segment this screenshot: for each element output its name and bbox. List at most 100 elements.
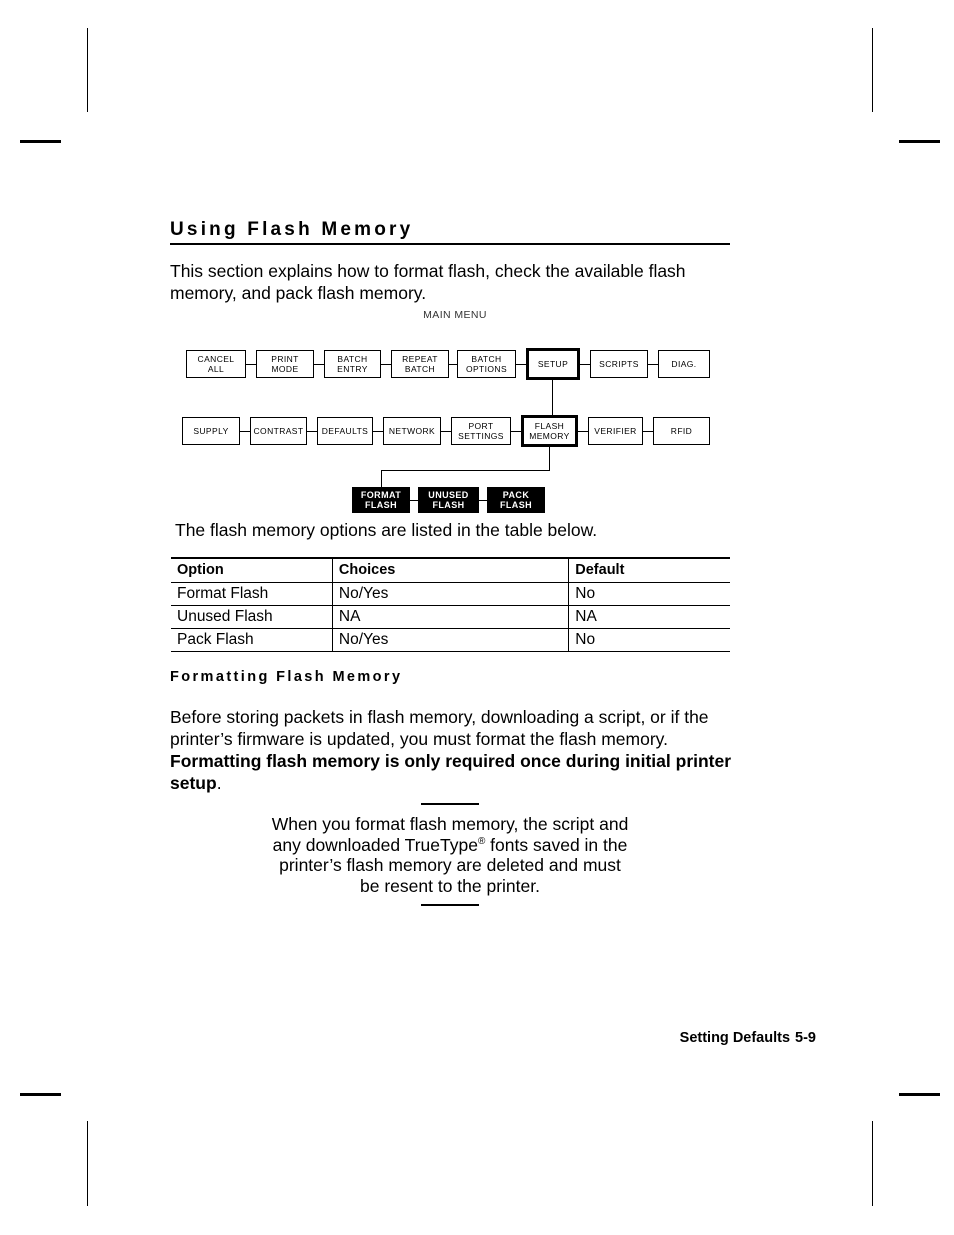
tree-connector-row1 bbox=[516, 364, 526, 365]
note-line-1: When you format flash memory, the script… bbox=[271, 814, 629, 834]
menu-node-supply[interactable]: SUPPLY bbox=[182, 417, 240, 445]
menu-node-defaults[interactable]: DEFAULTS bbox=[317, 417, 373, 445]
menu-node-label: PRINT bbox=[271, 354, 299, 364]
note-line-3: printer’s flash memory are deleted and m… bbox=[279, 855, 621, 875]
menu-node-port-settings[interactable]: PORT SETTINGS bbox=[451, 417, 511, 445]
note-rule-bottom bbox=[421, 904, 479, 906]
flash-options-table: Option Choices Default Format Flash No/Y… bbox=[171, 557, 730, 652]
menu-node-label: OPTIONS bbox=[465, 364, 508, 374]
menu-node-label: DEFAULTS bbox=[321, 426, 369, 436]
menu-node-label: REPEAT bbox=[402, 354, 438, 364]
menu-node-pack-flash[interactable]: PACK FLASH bbox=[487, 487, 545, 513]
tree-connector-row2 bbox=[643, 431, 653, 432]
menu-node-label: MEMORY bbox=[529, 431, 570, 441]
tree-connector-row3 bbox=[479, 500, 487, 501]
menu-node-label: VERIFIER bbox=[594, 426, 637, 436]
footer-section-name: Setting Defaults bbox=[679, 1030, 791, 1046]
menu-node-unused-flash[interactable]: UNUSED FLASH bbox=[418, 487, 479, 513]
table-cell-default: No bbox=[568, 628, 730, 652]
table-cell-option: Pack Flash bbox=[171, 628, 333, 652]
menu-node-batch-options[interactable]: BATCH OPTIONS bbox=[457, 350, 516, 378]
menu-node-label: SETTINGS bbox=[458, 431, 504, 441]
menu-node-label: SUPPLY bbox=[193, 426, 229, 436]
menu-node-format-flash[interactable]: FORMAT FLASH bbox=[352, 487, 410, 513]
table-header-row: Option Choices Default bbox=[171, 557, 730, 583]
main-menu-label: MAIN MENU bbox=[423, 309, 487, 321]
menu-node-scripts[interactable]: SCRIPTS bbox=[590, 350, 648, 378]
note-callout: When you format flash memory, the script… bbox=[250, 803, 650, 906]
formatting-paragraph-tail: . bbox=[216, 773, 222, 793]
tree-connector-row1 bbox=[580, 364, 590, 365]
tree-connector-row2 bbox=[578, 431, 588, 432]
section-subtitle: Formatting Flash Memory bbox=[170, 669, 403, 685]
table-intro-paragraph: The flash memory options are listed in t… bbox=[175, 520, 598, 540]
menu-node-label: CONTRAST bbox=[253, 426, 304, 436]
menu-node-label: PACK bbox=[502, 490, 530, 500]
document-page: Using Flash Memory This section explains… bbox=[0, 0, 954, 1235]
menu-node-rfid[interactable]: RFID bbox=[653, 417, 710, 445]
table-cell-choices: NA bbox=[331, 605, 570, 629]
note-line-4: be resent to the printer. bbox=[360, 875, 540, 896]
table-row: Unused Flash NA NA bbox=[171, 605, 730, 629]
menu-node-label: RFID bbox=[670, 426, 693, 436]
menu-node-verifier[interactable]: VERIFIER bbox=[588, 417, 643, 445]
footer-page-number: 5-9 bbox=[795, 1030, 816, 1046]
menu-node-label: FLASH bbox=[500, 500, 532, 510]
menu-node-label: SCRIPTS bbox=[599, 359, 639, 369]
menu-node-network[interactable]: NETWORK bbox=[383, 417, 441, 445]
tree-connector-row2 bbox=[240, 431, 250, 432]
table-cell-option: Unused Flash bbox=[171, 605, 333, 629]
menu-node-flash-memory[interactable]: FLASH MEMORY bbox=[521, 415, 578, 447]
note-line-2a: any downloaded TrueType bbox=[272, 834, 478, 855]
table-cell-choices: No/Yes bbox=[331, 582, 570, 606]
note-line-2b: fonts saved in the bbox=[485, 834, 628, 855]
table-cell-choices: No/Yes bbox=[331, 628, 570, 652]
table-header-default: Default bbox=[568, 557, 730, 583]
menu-node-label: ALL bbox=[207, 364, 225, 374]
tree-connector-row2 bbox=[373, 431, 383, 432]
tree-connector-row1 bbox=[449, 364, 457, 365]
menu-node-label: BATCH bbox=[471, 354, 502, 364]
tree-connector-row2 bbox=[307, 431, 317, 432]
tree-connector-row1 bbox=[246, 364, 256, 365]
menu-node-label: UNUSED bbox=[428, 490, 469, 500]
formatting-paragraph: Before storing packets in flash memory, … bbox=[170, 706, 738, 794]
menu-node-label: BATCH bbox=[337, 354, 368, 364]
table-cell-option: Format Flash bbox=[171, 582, 333, 606]
table-row: Format Flash No/Yes No bbox=[171, 582, 730, 606]
page-footer: Setting Defaults 5-9 bbox=[680, 1030, 816, 1046]
tree-connector-flash-down bbox=[549, 447, 550, 471]
tree-connector-row1 bbox=[314, 364, 324, 365]
formatting-paragraph-plain: Before storing packets in flash memory, … bbox=[170, 707, 709, 749]
tree-connector-setup-to-flash bbox=[552, 380, 553, 416]
tree-connector-row2 bbox=[511, 431, 521, 432]
menu-node-label: FLASH bbox=[432, 500, 465, 510]
menu-node-label: FLASH bbox=[364, 500, 397, 510]
table-row: Pack Flash No/Yes No bbox=[171, 628, 730, 652]
table-header-choices: Choices bbox=[331, 557, 570, 583]
menu-node-label: CANCEL bbox=[197, 354, 235, 364]
menu-node-setup[interactable]: SETUP bbox=[526, 348, 580, 380]
menu-node-label: FORMAT bbox=[360, 490, 402, 500]
menu-node-cancel-all[interactable]: CANCEL ALL bbox=[186, 350, 246, 378]
menu-node-contrast[interactable]: CONTRAST bbox=[250, 417, 307, 445]
menu-node-repeat-batch[interactable]: REPEAT BATCH bbox=[391, 350, 449, 378]
menu-node-batch-entry[interactable]: BATCH ENTRY bbox=[324, 350, 381, 378]
table-cell-default: No bbox=[568, 582, 730, 606]
tree-connector-row1 bbox=[381, 364, 391, 365]
tree-connector-row3 bbox=[410, 500, 418, 501]
tree-connector-row2 bbox=[441, 431, 451, 432]
table-cell-default: NA bbox=[568, 605, 730, 629]
menu-node-diag[interactable]: DIAG. bbox=[658, 350, 710, 378]
menu-node-label: MODE bbox=[271, 364, 299, 374]
menu-node-print-mode[interactable]: PRINT MODE bbox=[256, 350, 314, 378]
menu-node-label: ENTRY bbox=[337, 364, 368, 374]
menu-node-label: NETWORK bbox=[388, 426, 436, 436]
tree-connector-row1 bbox=[648, 364, 658, 365]
tree-connector-flash-to-format bbox=[381, 470, 382, 487]
tree-connector-flash-left bbox=[381, 470, 550, 471]
formatting-paragraph-bold: Formatting flash memory is only required… bbox=[170, 751, 732, 793]
menu-node-label: DIAG. bbox=[671, 359, 697, 369]
menu-node-label: FLASH bbox=[534, 421, 565, 431]
table-header-option: Option bbox=[171, 557, 333, 583]
